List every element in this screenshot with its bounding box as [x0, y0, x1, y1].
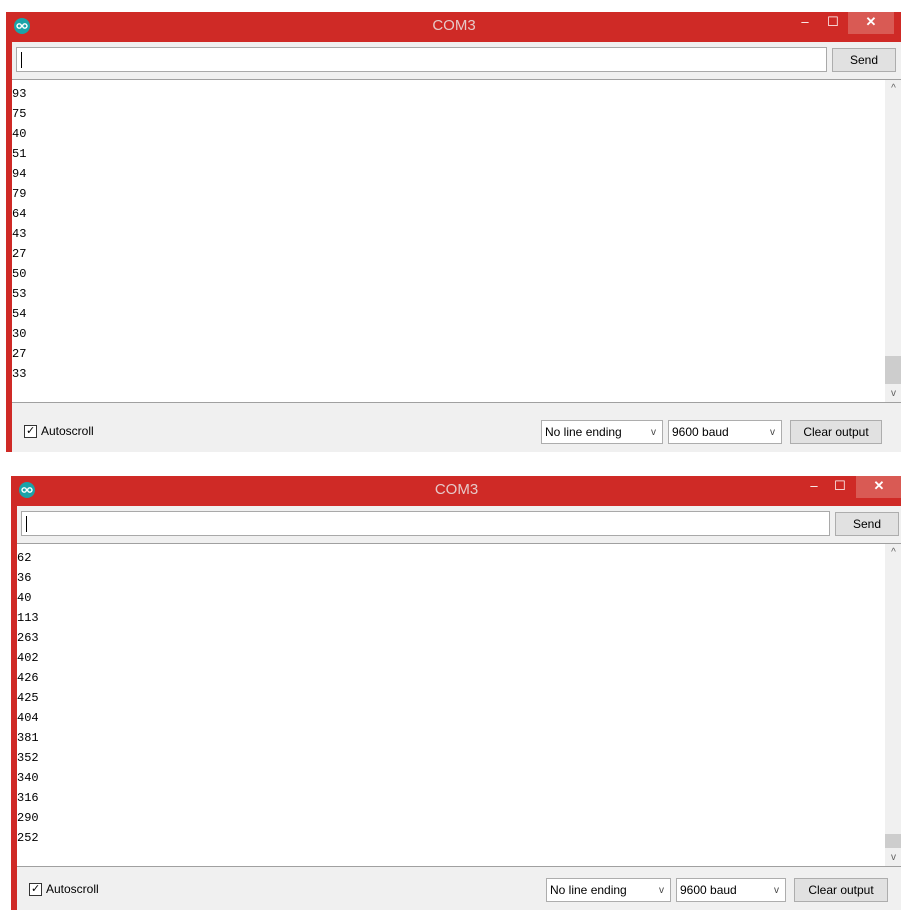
- window-title: COM3: [432, 17, 476, 34]
- output-line: 94: [12, 167, 27, 181]
- line-ending-select[interactable]: No line ending v: [541, 420, 663, 444]
- output-line: 51: [12, 147, 27, 161]
- output-line: 27: [12, 347, 27, 361]
- checkmark-icon: ✓: [31, 883, 41, 896]
- checkbox-box[interactable]: ✓: [29, 883, 42, 897]
- line-ending-value: No line ending: [550, 883, 627, 897]
- chevron-down-icon: v: [774, 885, 779, 896]
- title-bar[interactable]: COM3 – ☐ ✕: [11, 476, 901, 504]
- output-line: 43: [12, 227, 27, 241]
- minimize-icon[interactable]: –: [792, 12, 818, 34]
- chevron-down-icon: v: [770, 427, 775, 438]
- scroll-down-icon[interactable]: v: [885, 385, 901, 402]
- scroll-up-icon[interactable]: ^: [885, 80, 901, 97]
- baud-rate-value: 9600 baud: [680, 883, 737, 897]
- baud-rate-select[interactable]: 9600 baud v: [668, 420, 782, 444]
- text-caret: [21, 52, 22, 68]
- output-line: 40: [17, 591, 32, 605]
- scroll-up-icon[interactable]: ^: [885, 544, 901, 561]
- baud-rate-select[interactable]: 9600 baud v: [676, 878, 786, 902]
- bottom-toolbar: ✓ Autoscroll No line ending v 9600 baud v…: [12, 414, 901, 452]
- send-button[interactable]: Send: [835, 512, 899, 536]
- baud-rate-value: 9600 baud: [672, 425, 729, 439]
- output-line: 402: [17, 651, 39, 665]
- output-line: 263: [17, 631, 39, 645]
- scroll-down-icon[interactable]: v: [885, 849, 901, 866]
- output-line: 53: [12, 287, 27, 301]
- output-line: 50: [12, 267, 27, 281]
- chevron-down-icon: v: [659, 885, 664, 896]
- clear-output-button[interactable]: Clear output: [790, 420, 882, 444]
- output-line: 352: [17, 751, 39, 765]
- output-line: 404: [17, 711, 39, 725]
- window-title: COM3: [434, 481, 479, 498]
- autoscroll-checkbox[interactable]: ✓ Autoscroll: [29, 882, 99, 897]
- output-line: 64: [12, 207, 27, 221]
- output-line: 425: [17, 691, 39, 705]
- output-line: 290: [17, 811, 39, 825]
- autoscroll-label: Autoscroll: [46, 882, 99, 896]
- output-line: 113: [17, 611, 39, 625]
- output-line: 340: [17, 771, 39, 785]
- output-line: 54: [12, 307, 27, 321]
- clear-output-button[interactable]: Clear output: [794, 878, 888, 902]
- output-line: 252: [17, 831, 39, 845]
- autoscroll-checkbox[interactable]: ✓ Autoscroll: [24, 424, 94, 439]
- text-caret: [26, 516, 27, 532]
- serial-output-area[interactable]: 62 36 40 113 263 402 426 425 404 381 352…: [17, 543, 901, 867]
- serial-monitor-window-2: COM3 – ☐ ✕ Send 62 36 40 113 263 402 426…: [11, 476, 901, 910]
- vertical-scrollbar[interactable]: ^ v: [885, 80, 901, 402]
- vertical-scrollbar[interactable]: ^ v: [885, 544, 901, 866]
- output-line: 316: [17, 791, 39, 805]
- serial-monitor-window-1: COM3 – ☐ ✕ Send 93 75 40 51 94 79 64 43 …: [6, 12, 901, 452]
- client-area: Send 62 36 40 113 263 402 426 425 404 38…: [17, 506, 901, 910]
- autoscroll-label: Autoscroll: [41, 424, 94, 438]
- output-lines: 62 36 40 113 263 402 426 425 404 381 352…: [17, 548, 39, 848]
- output-line: 426: [17, 671, 39, 685]
- close-icon[interactable]: ✕: [856, 476, 901, 498]
- maximize-icon[interactable]: ☐: [827, 476, 853, 498]
- serial-input-field[interactable]: [16, 47, 827, 72]
- close-icon[interactable]: ✕: [848, 12, 894, 34]
- title-bar[interactable]: COM3 – ☐ ✕: [6, 12, 901, 40]
- serial-output-area[interactable]: 93 75 40 51 94 79 64 43 27 50 53 54 30 2…: [12, 79, 901, 403]
- chevron-down-icon: v: [651, 427, 656, 438]
- output-line: 30: [12, 327, 27, 341]
- line-ending-value: No line ending: [545, 425, 622, 439]
- bottom-toolbar: ✓ Autoscroll No line ending v 9600 baud v…: [17, 872, 901, 910]
- output-line: 75: [12, 107, 27, 121]
- minimize-icon[interactable]: –: [801, 476, 827, 498]
- output-lines: 93 75 40 51 94 79 64 43 27 50 53 54 30 2…: [12, 84, 26, 384]
- line-ending-select[interactable]: No line ending v: [546, 878, 671, 902]
- output-line: 27: [12, 247, 27, 261]
- output-line: 62: [17, 551, 32, 565]
- output-line: 93: [12, 87, 27, 101]
- scrollbar-thumb[interactable]: [885, 834, 901, 848]
- scrollbar-thumb[interactable]: [885, 356, 901, 384]
- checkmark-icon: ✓: [26, 425, 36, 438]
- send-button[interactable]: Send: [832, 48, 896, 72]
- output-line: 381: [17, 731, 39, 745]
- maximize-icon[interactable]: ☐: [820, 12, 846, 34]
- output-line: 79: [12, 187, 27, 201]
- checkbox-box[interactable]: ✓: [24, 425, 37, 439]
- output-line: 36: [17, 571, 32, 585]
- client-area: Send 93 75 40 51 94 79 64 43 27 50 53 54…: [12, 42, 901, 452]
- serial-input-field[interactable]: [21, 511, 830, 536]
- output-line: 40: [12, 127, 27, 141]
- output-line: 33: [12, 367, 27, 381]
